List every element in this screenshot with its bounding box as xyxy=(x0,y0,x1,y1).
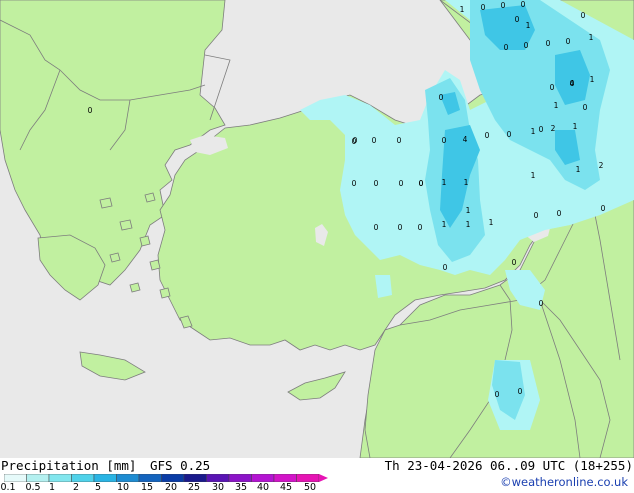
legend-swatch xyxy=(206,474,230,482)
precip-value-label: 0 xyxy=(374,223,379,232)
precip-value-label: 0 xyxy=(88,106,93,115)
precip-value-label: 0 xyxy=(399,179,404,188)
precip-value-label: 0 xyxy=(550,83,555,92)
footer: Precipitation [mm] GFS 0.25 Th 23-04-202… xyxy=(0,458,634,493)
precip-value-label: 1 xyxy=(526,21,531,30)
precip-value-label: 0 xyxy=(352,179,357,188)
precip-value-label: 0 xyxy=(439,93,444,102)
legend-tick-label: 1 xyxy=(48,482,56,493)
legend-swatch xyxy=(48,474,72,482)
precip-value-label: 0 xyxy=(539,125,544,134)
legend-swatch xyxy=(116,474,140,482)
precip-value-label: 0 xyxy=(443,263,448,272)
precip-value-label: 1 xyxy=(442,178,447,187)
precip-value-label: 0 xyxy=(521,0,526,9)
precip-value-label: 0 xyxy=(539,299,544,308)
legend-tick-label: 2 xyxy=(72,482,80,493)
precip-value-label: 0 xyxy=(518,387,523,396)
legend-swatch xyxy=(183,474,207,482)
legend-tick-label: 5 xyxy=(94,482,102,493)
precip-value-label: 1 xyxy=(460,5,465,14)
precip-value-label: 0 xyxy=(501,1,506,10)
precip-value-label: 4 xyxy=(570,79,575,88)
precip-value-label: 0 xyxy=(601,204,606,213)
legend-swatch xyxy=(93,474,117,482)
legend-tick-label: 10 xyxy=(116,482,130,493)
precip-value-label: 0 xyxy=(524,41,529,50)
precip-value-label: 0 xyxy=(398,223,403,232)
precip-value-label: 2 xyxy=(599,161,604,170)
precip-value-label: 0 xyxy=(481,3,486,12)
precip-value-label: 0 xyxy=(583,103,588,112)
precip-value-label: 1 xyxy=(466,220,471,229)
precip-value-label: 0 xyxy=(515,15,520,24)
precip-value-label: 1 xyxy=(531,127,536,136)
legend-tick-label: 35 xyxy=(234,482,248,493)
legend-arrow xyxy=(319,474,328,482)
precip-value-label: 0 xyxy=(504,43,509,52)
precip-value-label: 0 xyxy=(581,11,586,20)
precip-value-label: 1 xyxy=(464,178,469,187)
legend-swatch xyxy=(26,474,50,482)
legend-swatch xyxy=(4,474,27,482)
precip-value-label: 4 xyxy=(463,135,468,144)
precip-value-label: 0 xyxy=(485,131,490,140)
legend-tick-label: 0.5 xyxy=(25,482,41,493)
model-label: GFS 0.25 xyxy=(150,458,211,473)
credit-link[interactable]: ©weatheronline.co.uk xyxy=(500,475,628,489)
precip-value-label: 1 xyxy=(554,101,559,110)
precip-value-label: 1 xyxy=(466,206,471,215)
precip-value-label: 1 xyxy=(590,75,595,84)
legend-swatch xyxy=(138,474,162,482)
legend-color-scale xyxy=(4,474,328,482)
precip-value-label: 0 xyxy=(512,258,517,267)
precip-value-label: 1 xyxy=(573,122,578,131)
legend-title: Precipitation [mm] xyxy=(1,458,137,473)
legend-tick-label: 50 xyxy=(303,482,317,493)
precip-value-label: 1 xyxy=(489,218,494,227)
legend-tick-label: 30 xyxy=(211,482,225,493)
precip-value-label: 1 xyxy=(576,165,581,174)
legend-swatch xyxy=(251,474,275,482)
precip-value-label: 0 xyxy=(442,136,447,145)
legend-swatch xyxy=(296,474,320,482)
precip-value-label: 0 xyxy=(495,390,500,399)
legend-swatch xyxy=(161,474,185,482)
precip-value-label: 0 xyxy=(419,179,424,188)
precip-value-label: 0 xyxy=(546,39,551,48)
legend-tick-label: 15 xyxy=(140,482,154,493)
legend-tick-label: 40 xyxy=(256,482,270,493)
precip-value-label: 0 xyxy=(566,37,571,46)
precip-value-label: 0 xyxy=(397,136,402,145)
precip-value-label: 0 xyxy=(534,211,539,220)
legend-swatch xyxy=(273,474,297,482)
legend-tick-label: 20 xyxy=(164,482,178,493)
legend-tick-label: 0.1 xyxy=(0,482,16,493)
precip-value-label: 0 xyxy=(374,179,379,188)
precipitation-map[interactable]: 1 0 0 00 010 0 0 0 110 0000 40 01 2 1200 00111 10 0 0 00 0 0… xyxy=(0,0,634,458)
precip-value-label: 1 xyxy=(589,33,594,42)
precip-value-label: 1 xyxy=(531,171,536,180)
legend-ticks: 0.1 0.5 1 2 5 10 15 20 25 30 35 40 45 50 xyxy=(0,482,340,493)
precip-value-label: 0 xyxy=(418,223,423,232)
precip-value-label: 0 xyxy=(353,136,358,145)
legend-tick-label: 45 xyxy=(279,482,293,493)
legend-swatch xyxy=(228,474,252,482)
precip-value-label: 0 xyxy=(372,136,377,145)
precip-value-label: 0 xyxy=(557,209,562,218)
precip-value-label: 0 xyxy=(507,130,512,139)
legend-tick-label: 25 xyxy=(187,482,201,493)
legend-swatch xyxy=(71,474,95,482)
precip-value-label: 2 xyxy=(551,124,556,133)
valid-time-label: Th 23-04-2026 06..09 UTC (18+255) xyxy=(384,458,633,473)
precip-value-label: 1 xyxy=(442,220,447,229)
